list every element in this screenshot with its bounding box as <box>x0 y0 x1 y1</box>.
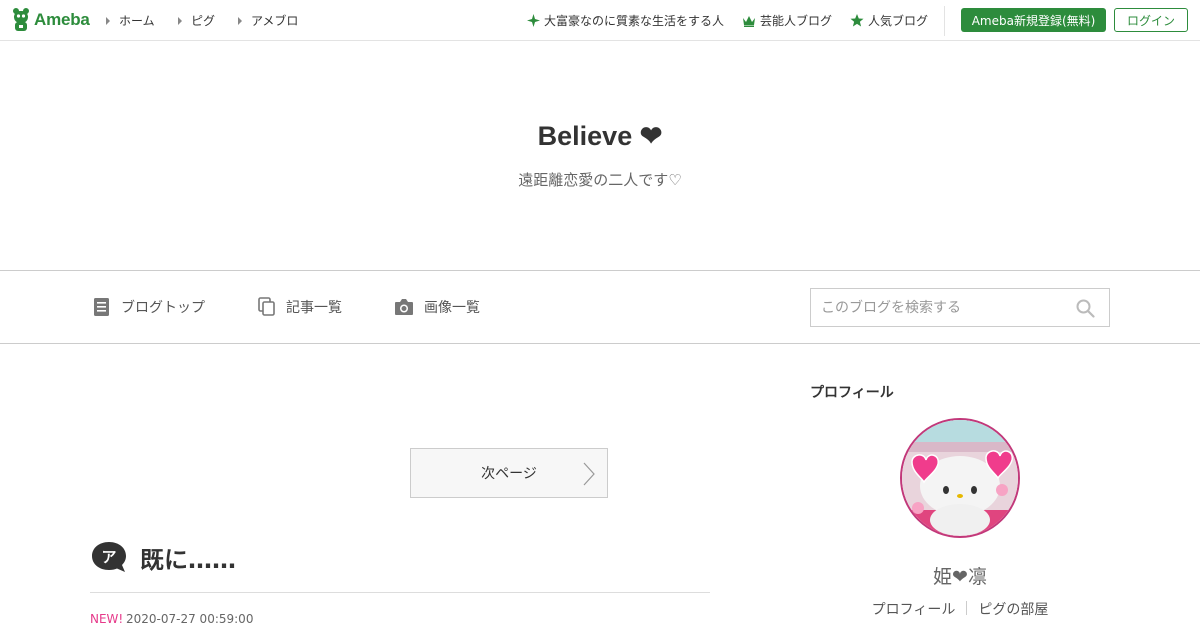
triangle-right-icon <box>178 16 182 25</box>
nav-label: ピグ <box>191 14 216 28</box>
entry-title-divider <box>90 592 710 593</box>
ameba-logo[interactable]: Ameba <box>12 7 90 33</box>
link-divider <box>966 601 968 615</box>
promo-link-rich-person[interactable]: 大富豪なのに質素な生活をする人 <box>527 12 724 29</box>
search-icon[interactable] <box>1076 299 1095 318</box>
promo-link-celebrity-blogs[interactable]: 芸能人ブログ <box>742 12 832 29</box>
subnav-label: ブログトップ <box>121 300 205 316</box>
nav-pigg[interactable]: ピグ <box>178 12 215 29</box>
subnav-blog-top[interactable]: ブログトップ <box>93 297 205 317</box>
subnav-article-list[interactable]: 記事一覧 <box>258 297 342 317</box>
document-icon <box>94 298 109 316</box>
profile-links: プロフィール ピグの部屋 <box>810 599 1110 619</box>
blog-subnav: ブログトップ 記事一覧 画像一覧 <box>0 270 1200 344</box>
header-divider <box>944 6 945 36</box>
star-icon <box>850 14 864 27</box>
sparkle-icon <box>527 14 540 27</box>
triangle-right-icon <box>106 16 110 25</box>
profile-name[interactable]: 姫❤凛 <box>810 562 1110 589</box>
subnav-image-list[interactable]: 画像一覧 <box>394 297 480 317</box>
hello-kitty-avatar-image <box>902 420 1018 536</box>
entry-date: 2020-07-27 00:59:00 <box>126 612 254 626</box>
nav-ameblo[interactable]: アメブロ <box>238 12 298 29</box>
logo-text: Ameba <box>34 10 90 29</box>
blog-title[interactable]: Believe ❤ <box>0 121 1200 152</box>
promo-label: 大富豪なのに質素な生活をする人 <box>544 14 725 28</box>
profile-avatar[interactable] <box>900 418 1020 538</box>
nav-label: ホーム <box>119 14 155 28</box>
next-page-button[interactable]: 次ページ <box>410 448 608 498</box>
chevron-right-icon <box>583 462 595 486</box>
crown-icon <box>743 15 755 27</box>
svg-text:ア: ア <box>101 548 116 566</box>
profile-link[interactable]: プロフィール <box>872 599 956 619</box>
blog-search-input[interactable] <box>821 297 1061 319</box>
entry-title[interactable]: 既に…… <box>140 540 236 575</box>
blog-search-box <box>810 288 1110 327</box>
login-button[interactable]: ログイン <box>1114 8 1188 32</box>
subnav-label: 画像一覧 <box>424 300 480 316</box>
blog-subtitle: 遠距離恋愛の二人です♡ <box>518 171 682 189</box>
promo-label: 人気ブログ <box>868 14 929 28</box>
ameba-mascot-icon <box>13 8 29 31</box>
camera-icon <box>395 299 413 315</box>
register-button[interactable]: Ameba新規登録(無料) <box>961 8 1106 32</box>
new-badge: NEW! <box>90 612 124 626</box>
copy-icon <box>258 297 275 316</box>
pigg-room-link[interactable]: ピグの部屋 <box>978 599 1048 619</box>
next-page-label: 次ページ <box>481 466 537 482</box>
promo-link-popular-blogs[interactable]: 人気ブログ <box>850 12 928 29</box>
triangle-right-icon <box>238 16 242 25</box>
promo-label: 芸能人ブログ <box>760 14 833 28</box>
subnav-label: 記事一覧 <box>286 300 342 316</box>
ameba-speech-bubble-icon: ア <box>92 542 126 572</box>
nav-label: アメブロ <box>251 14 299 28</box>
top-header: Ameba ホーム ピグ アメブロ 大富豪なのに質素な生活をする人 芸能人ブログ… <box>0 0 1200 41</box>
nav-home[interactable]: ホーム <box>106 12 155 29</box>
profile-heading: プロフィール <box>810 385 894 401</box>
